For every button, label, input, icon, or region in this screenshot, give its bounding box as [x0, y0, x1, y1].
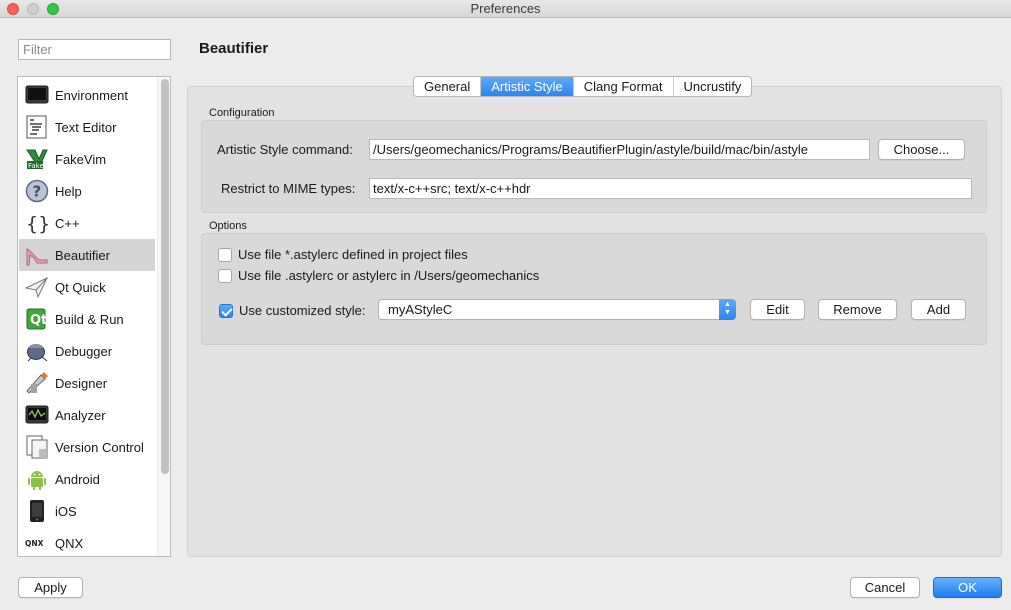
version-control-icon: [25, 435, 49, 459]
sidebar-item-label: FakeVim: [55, 151, 107, 167]
mime-label: Restrict to MIME types:: [221, 181, 356, 196]
sidebar-item-environment[interactable]: Environment: [19, 79, 155, 111]
svg-text:QNX: QNX: [25, 539, 44, 548]
sidebar-item-android[interactable]: Android: [19, 463, 155, 495]
sidebar-item-label: Beautifier: [55, 247, 110, 263]
filter-input[interactable]: [18, 39, 171, 60]
sidebar-item-cpp[interactable]: {} C++: [19, 207, 155, 239]
edit-button[interactable]: Edit: [750, 299, 805, 320]
sidebar-item-analyzer[interactable]: Analyzer: [19, 399, 155, 431]
oscilloscope-icon: [25, 403, 49, 427]
sidebar-item-label: Android: [55, 471, 100, 487]
braces-icon: {}: [25, 211, 50, 235]
sidebar-item-build-run[interactable]: Qt Build & Run: [19, 303, 155, 335]
tab-artistic-style[interactable]: Artistic Style: [481, 77, 574, 96]
choose-button[interactable]: Choose...: [878, 139, 965, 160]
android-icon: [25, 467, 49, 491]
project-files-label: Use file *.astylerc defined in project f…: [238, 247, 468, 262]
pencil-ruler-icon: [25, 371, 49, 395]
customized-style-label: Use customized style:: [239, 303, 366, 318]
style-select[interactable]: myAStyleC ▲ ▼: [378, 299, 736, 320]
sidebar-item-version-control[interactable]: Version Control: [19, 431, 155, 463]
phone-icon: [25, 499, 49, 523]
customized-style-option[interactable]: Use customized style:: [219, 303, 365, 318]
page-title: Beautifier: [199, 40, 269, 57]
title-bar: Preferences: [0, 0, 1011, 18]
style-select-value: myAStyleC: [388, 302, 453, 317]
sidebar-item-label: QNX: [55, 535, 84, 551]
paper-plane-icon: [24, 275, 49, 299]
remove-button[interactable]: Remove: [818, 299, 897, 320]
svg-text:{}: {}: [26, 213, 49, 235]
configuration-group-label: Configuration: [209, 107, 275, 119]
sidebar-scrollbar[interactable]: [157, 77, 170, 556]
sidebar-item-label: Designer: [55, 375, 108, 391]
text-document-icon: [25, 115, 49, 139]
sidebar-item-text-editor[interactable]: Text Editor: [19, 111, 155, 143]
tab-general[interactable]: General: [414, 77, 482, 96]
sidebar-item-label: Analyzer: [55, 407, 106, 423]
sidebar-item-designer[interactable]: Designer: [19, 367, 155, 399]
sidebar-item-label: Environment: [55, 87, 128, 103]
sidebar-item-label: Debugger: [55, 343, 113, 359]
help-icon: ?: [25, 179, 49, 203]
minimize-window-button[interactable]: [27, 3, 39, 15]
project-files-checkbox[interactable]: [218, 247, 232, 262]
home-file-checkbox[interactable]: [218, 268, 232, 283]
command-field[interactable]: /Users/geomechanics/Programs/BeautifierP…: [369, 139, 870, 160]
home-file-option[interactable]: Use file .astylerc or astylerc in /Users…: [218, 268, 539, 283]
sidebar-item-help[interactable]: ? Help: [19, 175, 155, 207]
sidebar-item-label: C++: [55, 215, 80, 231]
build-run-icon: Qt: [25, 307, 49, 331]
sidebar-scroll-thumb[interactable]: [161, 79, 169, 474]
apply-button[interactable]: Apply: [18, 577, 83, 598]
sidebar-item-beautifier[interactable]: Beautifier: [19, 239, 155, 271]
sidebar-item-qnx[interactable]: QNX QNX: [19, 527, 155, 556]
mime-types-field[interactable]: text/x-c++src; text/x-c++hdr: [369, 178, 972, 199]
qnx-logo-icon: QNX: [25, 531, 49, 555]
svg-text:?: ?: [33, 183, 42, 201]
tab-bar: General Artistic Style Clang Format Uncr…: [413, 76, 753, 97]
svg-text:Qt: Qt: [30, 313, 47, 328]
customized-style-checkbox[interactable]: [219, 303, 233, 318]
window-title: Preferences: [470, 1, 541, 16]
home-file-label: Use file .astylerc or astylerc in /Users…: [238, 268, 540, 283]
sidebar-item-label: iOS: [55, 503, 77, 519]
sidebar-item-debugger[interactable]: Debugger: [19, 335, 155, 367]
bug-icon: [25, 339, 49, 363]
sidebar-item-qt-quick[interactable]: Qt Quick: [19, 271, 155, 303]
cancel-button[interactable]: Cancel: [850, 577, 920, 598]
close-window-button[interactable]: [7, 3, 19, 15]
chevron-updown-icon: ▲ ▼: [719, 299, 736, 320]
sidebar-item-label: Qt Quick: [55, 279, 106, 295]
project-files-option[interactable]: Use file *.astylerc defined in project f…: [218, 247, 468, 262]
configuration-group: [201, 120, 987, 213]
monitor-icon: [25, 83, 49, 107]
svg-text:Fake: Fake: [28, 162, 44, 170]
category-list[interactable]: Environment Text Editor Fake FakeVim ? H…: [17, 76, 171, 557]
sidebar-item-label: Text Editor: [55, 119, 117, 135]
ok-button[interactable]: OK: [933, 577, 1002, 598]
sidebar-item-label: Help: [55, 183, 82, 199]
tab-clang-format[interactable]: Clang Format: [573, 77, 674, 96]
fakevim-icon: Fake: [25, 147, 49, 171]
sidebar-item-label: Version Control: [55, 439, 144, 455]
sidebar-item-ios[interactable]: iOS: [19, 495, 155, 527]
add-button[interactable]: Add: [911, 299, 966, 320]
tab-uncrustify[interactable]: Uncrustify: [673, 77, 752, 96]
options-group-label: Options: [209, 220, 247, 232]
command-label: Artistic Style command:: [217, 142, 353, 157]
high-heel-icon: [25, 243, 49, 267]
sidebar-item-label: Build & Run: [55, 311, 124, 327]
zoom-window-button[interactable]: [47, 3, 59, 15]
sidebar-item-fakevim[interactable]: Fake FakeVim: [19, 143, 155, 175]
